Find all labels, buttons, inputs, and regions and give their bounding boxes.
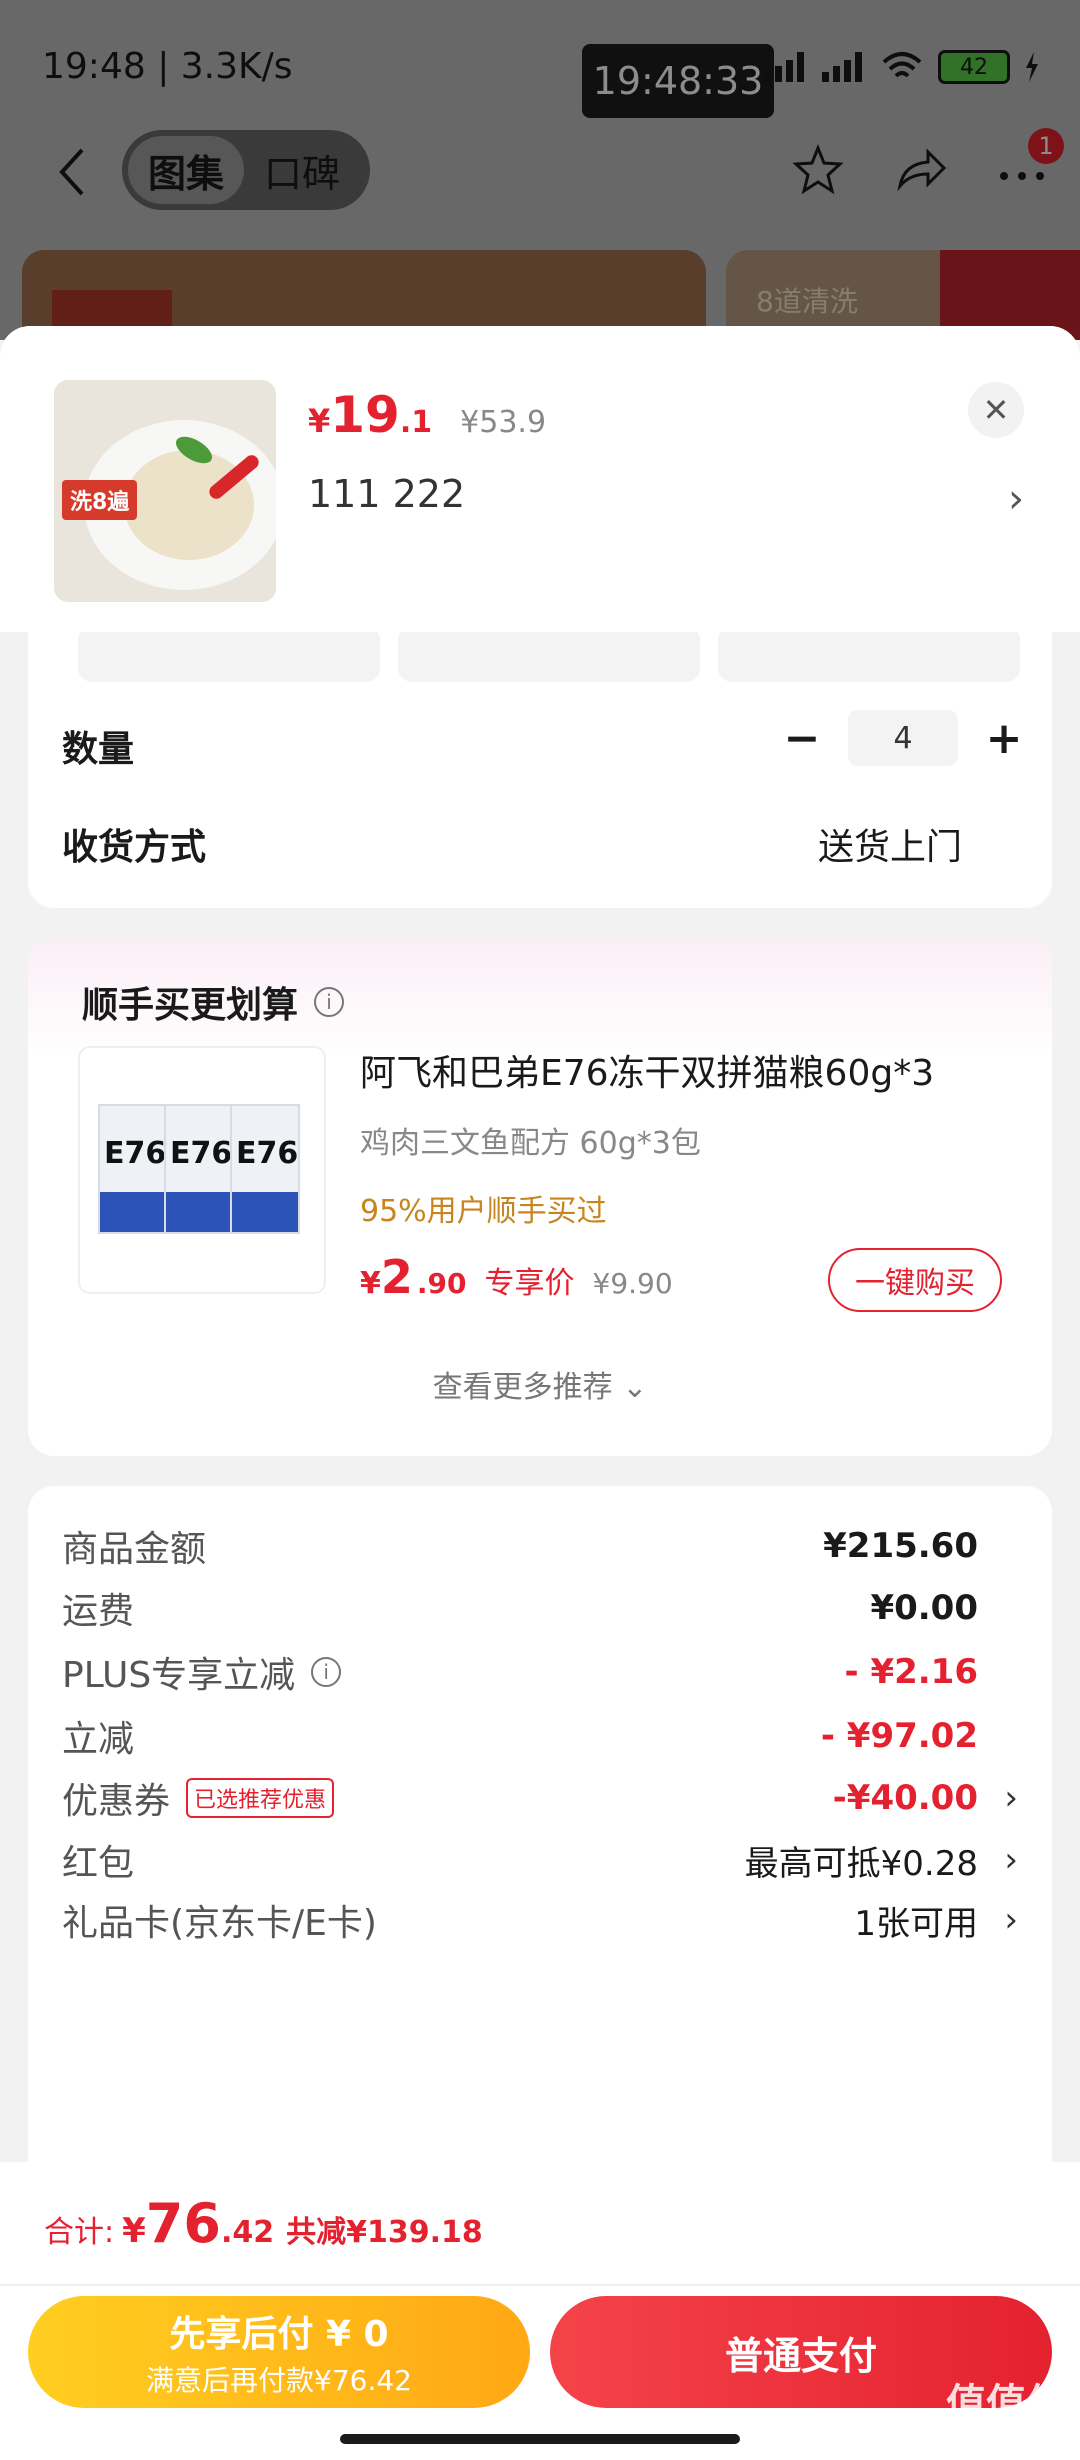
exclusive-price-tag: 专享价 [484,1266,575,1301]
chevron-right-icon[interactable]: › [1004,1778,1018,1818]
selected-spec[interactable]: 111 222 [308,472,465,516]
original-price: ¥53.9 [460,405,547,440]
home-indicator[interactable] [340,2434,740,2444]
recommend-price-row: ¥2 .90 专享价 ¥9.90 [360,1250,673,1304]
quantity-plus-button[interactable]: + [984,713,1024,764]
delivery-label: 收货方式 [62,827,207,868]
chevron-right-icon[interactable]: › [1008,476,1024,522]
recommend-card: 顺手买更划算 i E76 E76 E76 阿飞和巴弟E76冻干双拼猫粮60g*3… [28,938,1052,1456]
product-price-row: ¥19.1 ¥53.9 [308,386,546,444]
watermark-logo: 值值值 zhizhizhi.com [946,2381,1066,2443]
background-page: 8道清洗 19:48 | 3.3K/s 19:48:33 42 图集 口碑 1 [0,0,1080,340]
amount-row-shipping: 运费 ¥0.00 [62,1588,978,1632]
amount-row-subtotal: 商品金额 ¥215.60 [62,1526,978,1570]
thumbnail-tag: 洗8遍 [62,480,138,520]
amount-row-plus-discount: PLUS专享立减 i - ¥2.16 [62,1652,978,1696]
current-price: ¥19.1 [308,386,433,444]
purchase-sheet: 洗8遍 ¥19.1 ¥53.9 111 222 › ✕ 数量 − 4 + 收货方… [0,326,1080,2460]
recommend-title: 顺手买更划算 i [82,976,345,1028]
amount-row-direct-discount: 立减 - ¥97.02 [62,1716,978,1760]
amount-row-gift-card[interactable]: 礼品卡(京东卡/E卡) 1张可用 › [62,1890,1022,1950]
more-recommendations-link[interactable]: 查看更多推荐 ⌄ [28,1362,1052,1406]
recommend-original-price: ¥9.90 [592,1267,673,1300]
recommend-product-name[interactable]: 阿飞和巴弟E76冻干双拼猫粮60g*3 [360,1044,934,1096]
spec-chip-row [78,626,1020,682]
recommend-product-image[interactable]: E76 E76 E76 [78,1046,326,1294]
order-total: 合计: ¥ 76 .42 共减¥139.18 [44,2192,483,2255]
pay-later-button[interactable]: 先享后付 ¥ 0 满意后再付款¥76.42 [28,2296,530,2408]
spec-chip[interactable] [718,626,1020,682]
checkout-bar: 合计: ¥ 76 .42 共减¥139.18 先享后付 ¥ 0 满意后再付款¥7… [0,2162,1080,2460]
product-thumbnail: 洗8遍 [54,380,276,602]
recommend-product-spec: 鸡肉三文鱼配方 60g*3包 [360,1126,701,1161]
amount-row-coupon[interactable]: 优惠券 已选推荐优惠 -¥40.00 › [62,1768,1022,1828]
chevron-right-icon[interactable]: › [1004,1900,1018,1940]
delivery-method[interactable]: 送货上门 [818,818,962,870]
sheet-header: 洗8遍 ¥19.1 ¥53.9 111 222 › ✕ [0,326,1080,632]
spec-chip[interactable] [78,626,380,682]
chevron-right-icon[interactable]: › [1004,1840,1018,1880]
total-savings: 共减¥139.18 [286,2215,483,2250]
recommend-social-proof: 95%用户顺手买过 [360,1194,607,1229]
close-icon[interactable]: ✕ [968,382,1024,438]
info-icon[interactable]: i [314,987,345,1017]
options-card: 数量 − 4 + 收货方式 送货上门 [28,606,1052,908]
info-icon[interactable]: i [311,1657,342,1687]
quantity-stepper: − 4 + [782,710,1024,766]
one-click-buy-button[interactable]: 一键购买 [828,1248,1002,1312]
quantity-minus-button[interactable]: − [782,713,822,764]
coupon-recommended-tag: 已选推荐优惠 [186,1778,335,1818]
quantity-input[interactable]: 4 [848,710,958,766]
amount-row-red-packet[interactable]: 红包 最高可抵¥0.28 › [62,1830,1022,1890]
spec-chip[interactable] [398,626,700,682]
quantity-label: 数量 [62,729,135,770]
